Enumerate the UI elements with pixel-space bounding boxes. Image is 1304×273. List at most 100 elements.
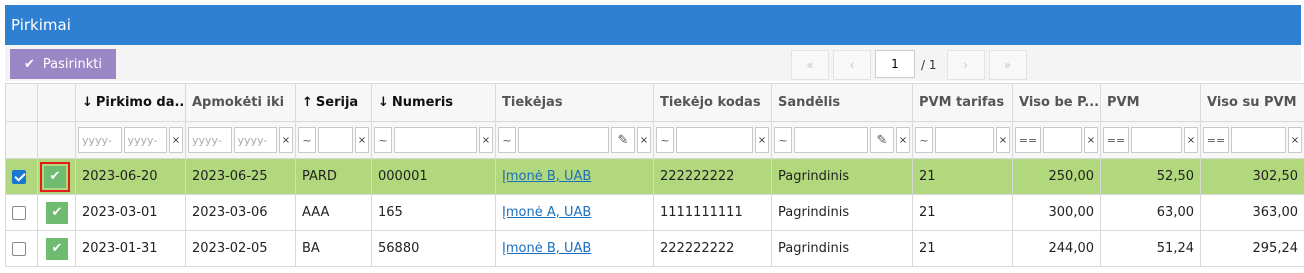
cell-pvm: 51,24 (1100, 230, 1201, 267)
filter-operator[interactable]: == (1203, 127, 1229, 153)
table-row[interactable]: ✔ 2023-03-01 2023-03-06 AAA 165 Įmonė A,… (5, 194, 1304, 231)
filter-input[interactable] (394, 127, 477, 153)
filter-viso-su-pvm: == × (1203, 126, 1302, 154)
filter-input[interactable] (518, 127, 609, 153)
filter-operator[interactable]: ~ (774, 127, 792, 153)
next-page-button[interactable]: › (946, 50, 985, 80)
filter-pirkimo-data: yyyy- yyyy- × (78, 126, 183, 154)
row-checkbox[interactable] (12, 241, 26, 256)
filter-operator[interactable]: ~ (498, 127, 516, 153)
col-pvm[interactable]: PVM (1100, 83, 1201, 122)
clear-icon[interactable]: × (996, 127, 1010, 153)
col-sandelis[interactable]: Sandėlis (771, 83, 913, 122)
table-row[interactable]: ✔ 2023-06-20 2023-06-25 PARD 000001 Įmon… (5, 158, 1304, 195)
row-checkbox[interactable] (12, 205, 26, 220)
col-tiekejas[interactable]: Tiekėjas (495, 83, 654, 122)
prev-page-button[interactable]: ‹ (833, 50, 871, 80)
cell-viso-be-pvm: 300,00 (1012, 194, 1101, 231)
status-highlight: ✔ (40, 161, 70, 192)
last-page-button[interactable]: » (988, 50, 1027, 80)
filter-input[interactable] (1231, 127, 1286, 153)
filter-pvm: == × (1103, 126, 1198, 154)
date-from-input[interactable]: yyyy- (78, 127, 122, 153)
check-icon[interactable]: ✔ (44, 165, 66, 188)
sort-asc-icon: ↑ (302, 95, 313, 110)
cell-numeris: 56880 (371, 230, 496, 267)
filter-input[interactable] (935, 127, 994, 153)
page-number-input[interactable] (875, 50, 915, 78)
filter-operator[interactable]: ~ (915, 127, 933, 153)
cell-serija: BA (295, 230, 372, 267)
cell-pirkimo-data: 2023-06-20 (75, 158, 186, 195)
filter-input[interactable] (794, 127, 868, 153)
cell-sandelis: Pagrindinis (771, 158, 913, 195)
cell-serija: PARD (295, 158, 372, 195)
col-tiekejo-kodas[interactable]: Tiekėjo kodas (653, 83, 772, 122)
col-serija[interactable]: ↑ Serija (295, 83, 372, 122)
filter-operator[interactable]: == (1103, 127, 1129, 153)
filter-operator[interactable]: ~ (656, 127, 674, 153)
clear-icon[interactable]: × (1084, 127, 1098, 153)
cell-numeris: 165 (371, 194, 496, 231)
cell-sandelis: Pagrindinis (771, 230, 913, 267)
header-row: ↓ Pirkimo da... Apmokėti iki ↑ Serija ↓ Num… (5, 83, 1304, 122)
pager: « ‹ / 1 › » (791, 50, 1027, 80)
clear-icon[interactable]: × (279, 127, 293, 153)
clear-icon[interactable]: × (1184, 127, 1198, 153)
pencil-icon[interactable]: ✎ (870, 127, 894, 153)
filter-input[interactable] (318, 127, 353, 153)
filter-operator[interactable]: == (1015, 127, 1041, 153)
cell-viso-be-pvm: 244,00 (1012, 230, 1101, 267)
col-pirkimo-data[interactable]: ↓ Pirkimo da... (75, 83, 186, 122)
supplier-link[interactable]: Įmonė B, UAB (502, 241, 591, 256)
cell-apmoketi-iki: 2023-06-25 (185, 158, 296, 195)
supplier-link[interactable]: Įmonė A, UAB (502, 205, 591, 220)
date-to-input[interactable]: yyyy- (233, 127, 277, 153)
table-row[interactable]: ✔ 2023-01-31 2023-02-05 BA 56880 Įmonė B… (5, 230, 1304, 267)
filter-input[interactable] (1131, 127, 1182, 153)
col-status (37, 83, 76, 122)
cell-tiekejo-kodas: 222222222 (653, 230, 772, 267)
clear-icon[interactable]: × (479, 127, 493, 153)
first-page-button[interactable]: « (791, 50, 829, 80)
check-icon[interactable]: ✔ (46, 201, 68, 224)
date-to-input[interactable]: yyyy- (123, 127, 167, 153)
clear-icon[interactable]: × (755, 127, 769, 153)
col-pvm-tarifas[interactable]: PVM tarifas (912, 83, 1013, 122)
window-title: Pirkimai (5, 5, 1301, 45)
filter-viso-be-pvm: == × (1015, 126, 1098, 154)
clear-icon[interactable]: × (355, 127, 369, 153)
filter-row: yyyy- yyyy- × yyyy- yyyy- × ~ × ~ × ~ ✎ … (5, 121, 1304, 159)
filter-apmoketi-iki: yyyy- yyyy- × (188, 126, 293, 154)
filter-tiekejas: ~ ✎ × (498, 126, 651, 154)
col-select (5, 83, 38, 122)
cell-viso-su-pvm: 302,50 (1200, 158, 1304, 195)
date-from-input[interactable]: yyyy- (188, 127, 232, 153)
filter-sandelis: ~ ✎ × (774, 126, 910, 154)
pencil-icon[interactable]: ✎ (611, 127, 635, 153)
clear-icon[interactable]: × (169, 127, 183, 153)
filter-numeris: ~ × (374, 126, 493, 154)
col-apmoketi-iki[interactable]: Apmokėti iki (185, 83, 296, 122)
cell-pvm-tarifas: 21 (912, 158, 1013, 195)
toolbar: ✔ Pasirinkti « ‹ / 1 › » (5, 45, 1301, 81)
pick-button[interactable]: ✔ Pasirinkti (10, 49, 116, 79)
filter-select (5, 121, 38, 159)
clear-icon[interactable]: × (637, 127, 651, 153)
filter-operator[interactable]: ~ (374, 127, 392, 153)
col-viso-be-pvm[interactable]: Viso be P... (1012, 83, 1101, 122)
cell-pirkimo-data: 2023-03-01 (75, 194, 186, 231)
clear-icon[interactable]: × (1288, 127, 1302, 153)
supplier-link[interactable]: Įmonė B, UAB (502, 169, 591, 184)
col-viso-su-pvm[interactable]: Viso su PVM (1200, 83, 1304, 122)
check-icon[interactable]: ✔ (46, 237, 68, 260)
clear-icon[interactable]: × (896, 127, 910, 153)
row-checkbox[interactable] (12, 169, 26, 184)
filter-input[interactable] (1043, 127, 1082, 153)
cell-numeris: 000001 (371, 158, 496, 195)
cell-serija: AAA (295, 194, 372, 231)
filter-operator[interactable]: ~ (298, 127, 316, 153)
filter-input[interactable] (676, 127, 753, 153)
col-numeris[interactable]: ↓ Numeris (371, 83, 496, 122)
cell-tiekejo-kodas: 1111111111 (653, 194, 772, 231)
